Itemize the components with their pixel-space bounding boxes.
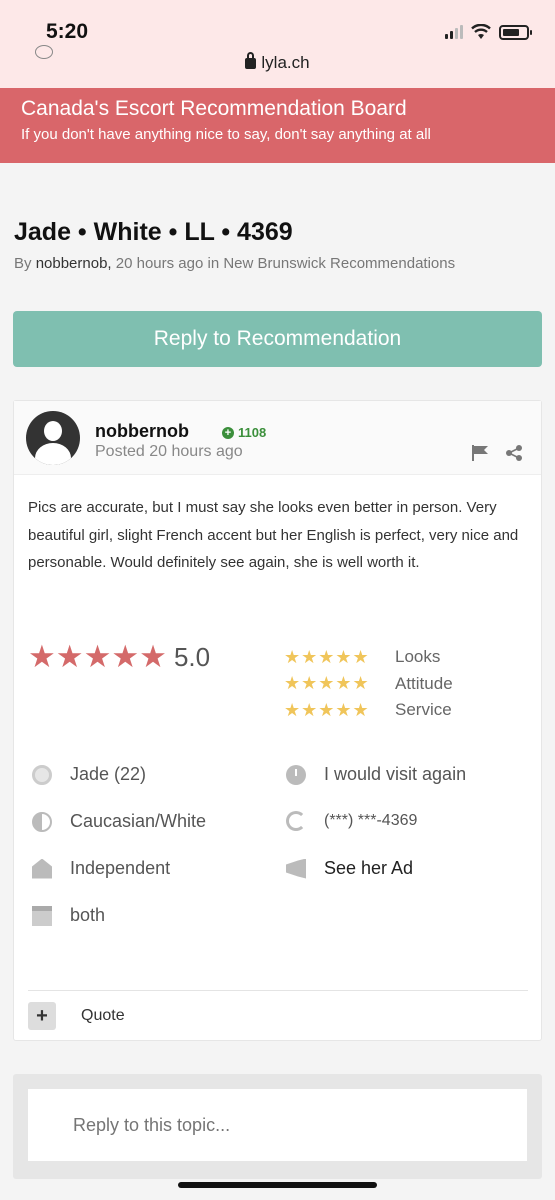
share-icon[interactable]	[505, 444, 523, 462]
reputation-count: 1108	[238, 425, 267, 440]
sub-rating-looks: ★★★★★ Looks	[284, 644, 453, 671]
detail-phone-text[interactable]: (***) ***-4369	[324, 812, 417, 830]
star-icons: ★★★★★	[284, 699, 370, 720]
topic-title: Jade • White • LL • 4369	[14, 218, 293, 246]
reply-input[interactable]	[28, 1089, 527, 1161]
post-author-link[interactable]: nobbernob	[95, 421, 189, 442]
quote-button[interactable]: Quote	[81, 1007, 125, 1025]
star-icons: ★★★★★	[284, 673, 370, 694]
address-bar[interactable]: lyla.ch	[0, 52, 555, 73]
calendar-icon	[32, 905, 52, 926]
see-her-ad-link[interactable]: See her Ad	[324, 858, 413, 879]
by-label: By	[14, 255, 32, 272]
home-indicator[interactable]	[178, 1182, 377, 1188]
reply-to-recommendation-button[interactable]: Reply to Recommendation	[13, 311, 542, 367]
sub-rating-label: Service	[395, 700, 452, 720]
signal-icon	[445, 25, 463, 39]
system-icons	[445, 24, 532, 40]
megaphone-icon	[286, 858, 306, 879]
wifi-icon	[471, 24, 491, 39]
star-icons: ★★★★★	[284, 646, 370, 667]
overall-rating: ★★★★★ 5.0	[28, 641, 210, 673]
reply-box	[13, 1074, 542, 1179]
topic-meta: By nobbernob, 20 hours ago in New Brunsw…	[14, 255, 455, 272]
sub-rating-attitude: ★★★★★ Attitude	[284, 671, 453, 698]
url-text: lyla.ch	[261, 53, 310, 72]
site-tagline: If you don't have anything nice to say, …	[21, 126, 431, 143]
detail-ad-link[interactable]: See her Ad	[286, 858, 413, 879]
clock-time: 5:20	[46, 20, 89, 43]
sub-rating-service: ★★★★★ Service	[284, 697, 453, 724]
divider	[28, 990, 528, 991]
battery-icon	[499, 24, 532, 40]
detail-type: Independent	[32, 858, 170, 879]
site-header: Canada's Escort Recommendation Board If …	[0, 88, 555, 163]
half-circle-icon	[32, 811, 52, 832]
detail-visit-again-text: I would visit again	[324, 764, 467, 784]
site-title[interactable]: Canada's Escort Recommendation Board	[21, 97, 555, 121]
detail-phone[interactable]: (***) ***-4369	[286, 811, 417, 831]
topic-meta-rest: 20 hours ago in New Brunswick Recommenda…	[115, 255, 456, 272]
person-icon	[32, 764, 52, 785]
chat-icon	[35, 45, 53, 59]
flag-icon[interactable]	[471, 445, 489, 461]
sub-rating-label: Attitude	[395, 673, 453, 693]
sub-ratings: ★★★★★ Looks ★★★★★ Attitude ★★★★★ Service	[284, 644, 453, 724]
detail-ethnicity: Caucasian/White	[32, 811, 206, 832]
sub-rating-label: Looks	[395, 647, 441, 667]
phone-icon	[286, 811, 306, 831]
lock-icon	[245, 52, 257, 69]
post-card: nobbernob + 1108 Posted 20 hours ago Pic…	[13, 400, 542, 1041]
post-body: Pics are accurate, but I must say she lo…	[28, 499, 519, 571]
avatar[interactable]	[26, 411, 80, 465]
post-time: Posted 20 hours ago	[95, 443, 243, 460]
detail-ethnicity-text: Caucasian/White	[70, 811, 207, 831]
detail-availability-text: both	[70, 905, 106, 925]
post-header: nobbernob + 1108 Posted 20 hours ago	[14, 401, 541, 475]
clock-icon	[286, 764, 306, 785]
detail-name-age: Jade (22)	[32, 764, 146, 785]
plus-circle-icon: +	[222, 426, 234, 439]
detail-type-text: Independent	[70, 858, 171, 878]
status-bar: 5:20 lyla.ch	[0, 0, 555, 88]
multiquote-plus-button[interactable]: +	[28, 1002, 56, 1030]
topic-author-link[interactable]: nobbernob,	[36, 255, 112, 272]
detail-name-age-text: Jade (22)	[70, 764, 147, 784]
home-icon	[32, 858, 52, 879]
detail-visit-again: I would visit again	[286, 764, 466, 785]
detail-availability: both	[32, 905, 105, 926]
reputation-badge: + 1108	[222, 425, 266, 440]
star-icons: ★★★★★	[28, 639, 167, 674]
rating-value: 5.0	[173, 641, 211, 672]
